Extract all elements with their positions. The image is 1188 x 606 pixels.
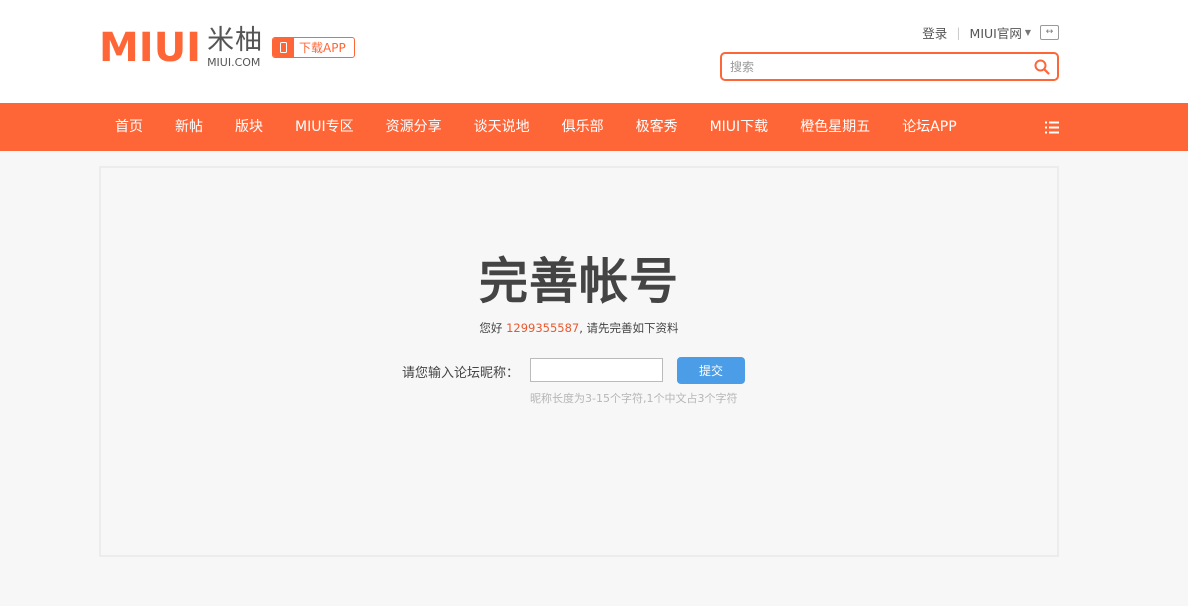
- nav-item-miui-zone[interactable]: MIUI专区: [279, 103, 370, 151]
- nickname-label: 请您输入论坛昵称：: [402, 366, 520, 381]
- search-box: [720, 52, 1059, 81]
- nav-item-chat[interactable]: 谈天说地: [458, 103, 546, 151]
- nav-item-boards[interactable]: 版块: [219, 103, 279, 151]
- phone-icon: [273, 38, 294, 57]
- nav-item-miui-download[interactable]: MIUI下载: [694, 103, 785, 151]
- nickname-hint: 昵称长度为3-15个字符,1个中文占3个字符: [530, 392, 738, 405]
- top-links: 登录 | MIUI官网 ▼ ↔: [922, 23, 1059, 42]
- nav-item-club[interactable]: 俱乐部: [546, 103, 620, 151]
- nav-items: 首页 新帖 版块 MIUI专区 资源分享 谈天说地 俱乐部 极客秀 MIUI下载…: [99, 103, 973, 151]
- nickname-input[interactable]: [530, 358, 663, 382]
- search-icon[interactable]: [1027, 54, 1057, 79]
- expand-arrows-icon[interactable]: ↔: [1040, 24, 1059, 40]
- page-title: 完善帐号: [478, 253, 679, 310]
- download-app-label: 下载APP: [299, 41, 346, 55]
- greeting-text: 您好 1299355587, 请先完善如下资料: [101, 320, 1057, 336]
- nav-item-new-posts[interactable]: 新帖: [159, 103, 219, 151]
- login-link[interactable]: 登录: [922, 23, 947, 42]
- chevron-down-icon[interactable]: ▼: [1025, 28, 1031, 37]
- submit-button[interactable]: 提交: [677, 357, 745, 384]
- logo-side: 米柚 MIUI.COM: [207, 25, 264, 70]
- account-number: 1299355587: [506, 321, 580, 335]
- nav-item-forum-app[interactable]: 论坛APP: [886, 103, 972, 151]
- site-header: MIUI 米柚 MIUI.COM 下载APP 登录 | MIUI官网 ▼ ↔: [0, 0, 1188, 103]
- nickname-form: 请您输入论坛昵称： 提交: [101, 357, 1057, 385]
- main-nav: 首页 新帖 版块 MIUI专区 资源分享 谈天说地 俱乐部 极客秀 MIUI下载…: [0, 103, 1188, 151]
- search-input[interactable]: [722, 54, 1027, 79]
- greeting-suffix: , 请先完善如下资料: [579, 321, 679, 335]
- logo-domain-text: MIUI.COM: [207, 56, 261, 69]
- miui-logo[interactable]: MIUI 米柚 MIUI.COM: [99, 25, 264, 71]
- divider: |: [956, 24, 961, 40]
- official-site-link[interactable]: MIUI官网: [970, 23, 1022, 42]
- logo-chinese-text: 米柚: [207, 25, 264, 56]
- menu-list-icon[interactable]: [1045, 121, 1059, 134]
- logo-brand-text: MIUI: [99, 25, 202, 71]
- nav-item-home[interactable]: 首页: [99, 103, 159, 151]
- download-app-button[interactable]: 下载APP: [272, 37, 355, 58]
- nav-item-resources[interactable]: 资源分享: [370, 103, 458, 151]
- nav-item-geek-show[interactable]: 极客秀: [620, 103, 694, 151]
- greeting-prefix: 您好: [479, 321, 503, 335]
- complete-account-panel: 完善帐号 您好 1299355587, 请先完善如下资料 请您输入论坛昵称： 提…: [99, 166, 1059, 557]
- nav-item-orange-friday[interactable]: 橙色星期五: [784, 103, 886, 151]
